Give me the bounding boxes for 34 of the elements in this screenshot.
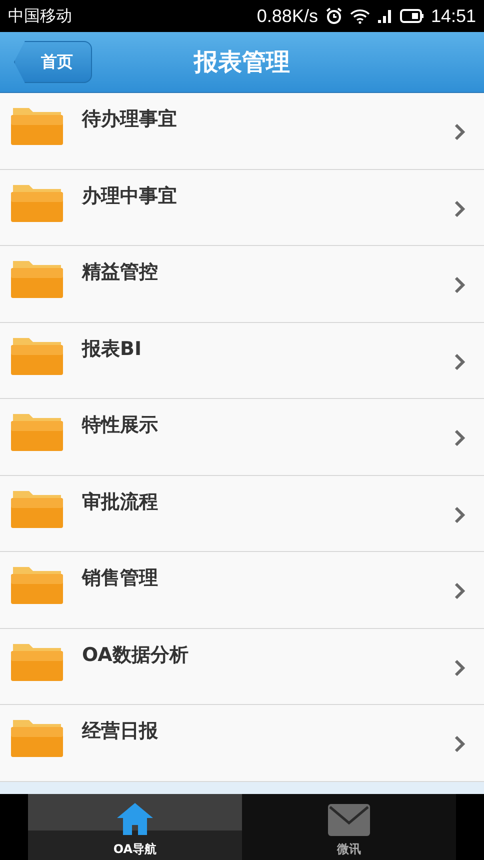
item-label: OA数据分析 — [82, 642, 188, 668]
clock: 14:51 — [430, 6, 476, 26]
tab[interactable]: OA导航 — [28, 794, 242, 860]
item-label: 经营日报 — [82, 719, 158, 744]
chevron-icon — [454, 506, 466, 524]
chevron-icon — [454, 123, 466, 141]
item-label: 精益管控 — [82, 260, 158, 285]
chevron-icon — [454, 429, 466, 447]
alarm-icon — [324, 7, 343, 25]
list-item[interactable]: 审批流程 — [0, 476, 484, 552]
home-icon — [115, 801, 155, 837]
chevron-icon — [454, 352, 466, 370]
item-label: 销售管理 — [82, 566, 158, 591]
item-label: 待办理事宜 — [82, 107, 177, 132]
tab[interactable]: 微讯 — [242, 794, 456, 860]
list-item[interactable]: 报表BI — [0, 322, 484, 399]
item-label: 报表BI — [82, 336, 142, 362]
wifi-icon — [350, 8, 370, 24]
item-label: 办理中事宜 — [82, 184, 177, 208]
mail-icon — [327, 803, 371, 837]
signal-icon — [376, 8, 393, 24]
item-label: 特性展示 — [82, 413, 158, 438]
page-title: 报表管理 — [194, 47, 290, 78]
list-item[interactable]: 办理中事宜 — [0, 170, 484, 246]
chevron-icon — [454, 582, 466, 600]
item-label: 审批流程 — [82, 490, 158, 514]
list-item[interactable]: OA数据分析 — [0, 628, 484, 705]
carrier: 中国移动 — [8, 6, 72, 26]
chevron-icon — [454, 276, 466, 294]
battery-icon — [400, 8, 424, 24]
chevron-icon — [454, 200, 466, 218]
chevron-icon — [454, 658, 466, 676]
chevron-icon — [454, 735, 466, 753]
network-speed: 0.88K/s — [256, 6, 318, 26]
